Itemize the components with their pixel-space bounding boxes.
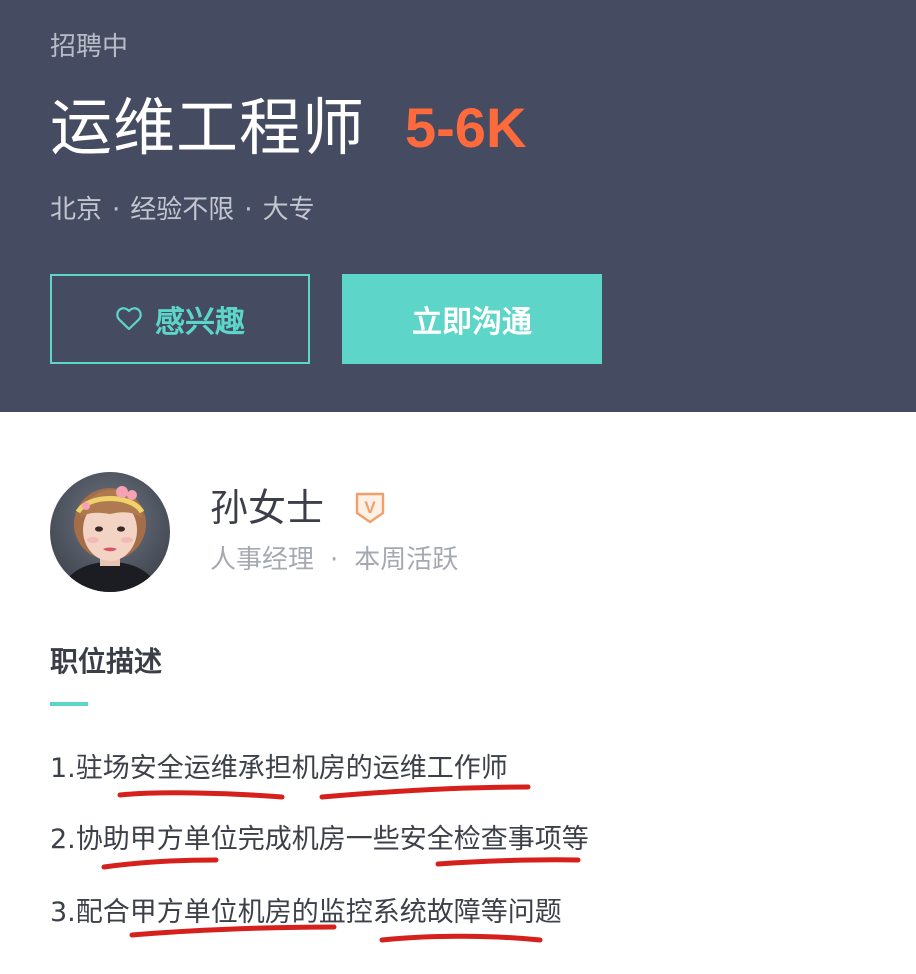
interest-button[interactable]: 感兴趣 (50, 274, 310, 364)
underline-mark (319, 784, 531, 800)
job-description-line: 3.配合甲方单位机房的监控系统故障等问题 (50, 897, 562, 928)
job-title: 运维工程师 (50, 91, 366, 164)
job-education: 大专 (262, 195, 315, 225)
verified-v-badge-icon: V (354, 491, 386, 525)
salary: 5-6K (405, 96, 527, 159)
section-accent-bar (50, 702, 88, 706)
recruiter-name: 孙女士 (210, 486, 325, 530)
job-meta: 北京 · 经验不限 · 大专 (50, 192, 315, 228)
recruiter-activity: 本周活跃 (354, 545, 459, 575)
recruiter-role: 人事经理 (210, 545, 315, 575)
meta-separator: · (112, 195, 121, 225)
title-row: 运维工程师 5-6K (50, 88, 526, 168)
job-city: 北京 (50, 195, 103, 225)
interest-button-label: 感兴趣 (155, 305, 245, 340)
recruiter-meta: 人事经理 · 本周活跃 (210, 542, 458, 578)
underline-mark (379, 933, 543, 943)
heart-outline-icon (115, 306, 143, 332)
recruiter-avatar[interactable] (50, 472, 170, 592)
job-description-title: 职位描述 (50, 645, 163, 678)
chat-now-button[interactable]: 立即沟通 (342, 274, 602, 364)
meta-separator: · (244, 195, 253, 225)
job-header: 招聘中 运维工程师 5-6K 北京 · 经验不限 · 大专 感兴趣 立即沟通 (0, 0, 916, 412)
underline-mark (101, 857, 219, 870)
job-description-line: 1.驻场安全运维承担机房的运维工作师 (50, 753, 508, 784)
underline-mark (435, 857, 581, 867)
job-description-line: 2.协助甲方单位完成机房一些安全检查事项等 (50, 824, 589, 855)
underline-mark (117, 790, 285, 800)
recruiter-name-row: 孙女士 V (210, 484, 386, 532)
verified-badge-letter: V (364, 498, 376, 517)
job-status: 招聘中 (50, 32, 129, 62)
recruiter-meta-separator: · (330, 545, 339, 575)
chat-now-button-label: 立即沟通 (412, 305, 532, 340)
job-experience: 经验不限 (130, 195, 235, 225)
